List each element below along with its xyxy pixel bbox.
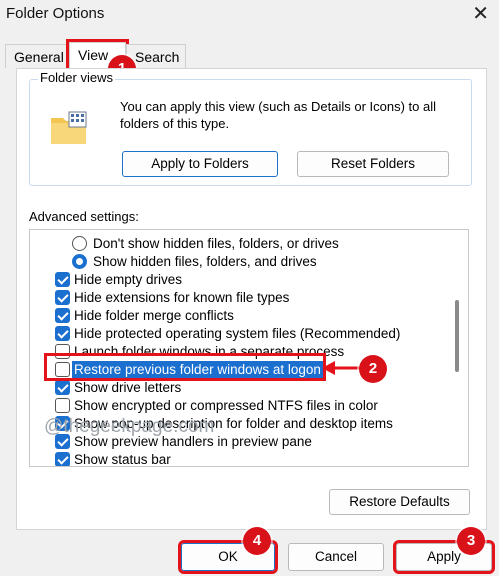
restore-defaults-button[interactable]: Restore Defaults bbox=[329, 489, 470, 515]
step-2-badge: 2 bbox=[359, 355, 387, 383]
checkbox[interactable] bbox=[55, 290, 70, 305]
scrollbar-thumb[interactable] bbox=[455, 300, 459, 372]
checkbox[interactable] bbox=[55, 380, 70, 395]
arrow-left-icon bbox=[322, 361, 362, 375]
list-item-label: Hide protected operating system files (R… bbox=[74, 326, 401, 341]
cancel-button[interactable]: Cancel bbox=[288, 543, 384, 571]
checkbox[interactable] bbox=[55, 272, 70, 287]
list-item-label: Show drive letters bbox=[74, 380, 182, 395]
reset-folders-button[interactable]: Reset Folders bbox=[297, 151, 449, 177]
list-item-label: Restore previous folder windows at logon bbox=[72, 361, 323, 379]
advanced-settings-label: Advanced settings: bbox=[29, 209, 139, 224]
list-item-label: Show status bar bbox=[74, 452, 171, 467]
watermark-text: @thegeekpage.com bbox=[44, 416, 215, 437]
tab-general[interactable]: General bbox=[5, 44, 69, 68]
folder-views-legend: Folder views bbox=[38, 70, 115, 85]
apply-to-folders-button[interactable]: Apply to Folders bbox=[122, 151, 278, 177]
checkbox[interactable] bbox=[55, 308, 70, 323]
checkbox[interactable] bbox=[55, 362, 70, 377]
step-4-badge: 4 bbox=[243, 527, 271, 555]
window-title: Folder Options bbox=[6, 5, 105, 22]
list-item-label: Show hidden files, folders, and drives bbox=[93, 254, 317, 269]
list-item-label: Hide empty drives bbox=[74, 272, 183, 287]
checkbox[interactable] bbox=[55, 326, 70, 341]
radio-button[interactable] bbox=[72, 254, 87, 269]
view-tab-panel: Folder views You can apply this view (su… bbox=[16, 68, 487, 530]
list-item-label: Hide extensions for known file types bbox=[74, 290, 290, 305]
list-item-label: Don't show hidden files, folders, or dri… bbox=[93, 236, 339, 251]
list-item-label: Show encrypted or compressed NTFS files … bbox=[74, 398, 378, 413]
close-icon[interactable]: ✕ bbox=[472, 1, 489, 26]
checkbox[interactable] bbox=[55, 344, 70, 359]
folder-views-description: You can apply this view (such as Details… bbox=[120, 99, 437, 131]
folder-views-group: Folder views You can apply this view (su… bbox=[29, 70, 472, 186]
checkbox[interactable] bbox=[55, 452, 70, 466]
folder-view-icon bbox=[51, 111, 87, 144]
list-item-label: Hide folder merge conflicts bbox=[74, 308, 234, 323]
radio-button[interactable] bbox=[72, 236, 87, 251]
checkbox[interactable] bbox=[55, 398, 70, 413]
step-3-badge: 3 bbox=[457, 527, 485, 555]
list-item-label: Launch folder windows in a separate proc… bbox=[74, 344, 345, 359]
